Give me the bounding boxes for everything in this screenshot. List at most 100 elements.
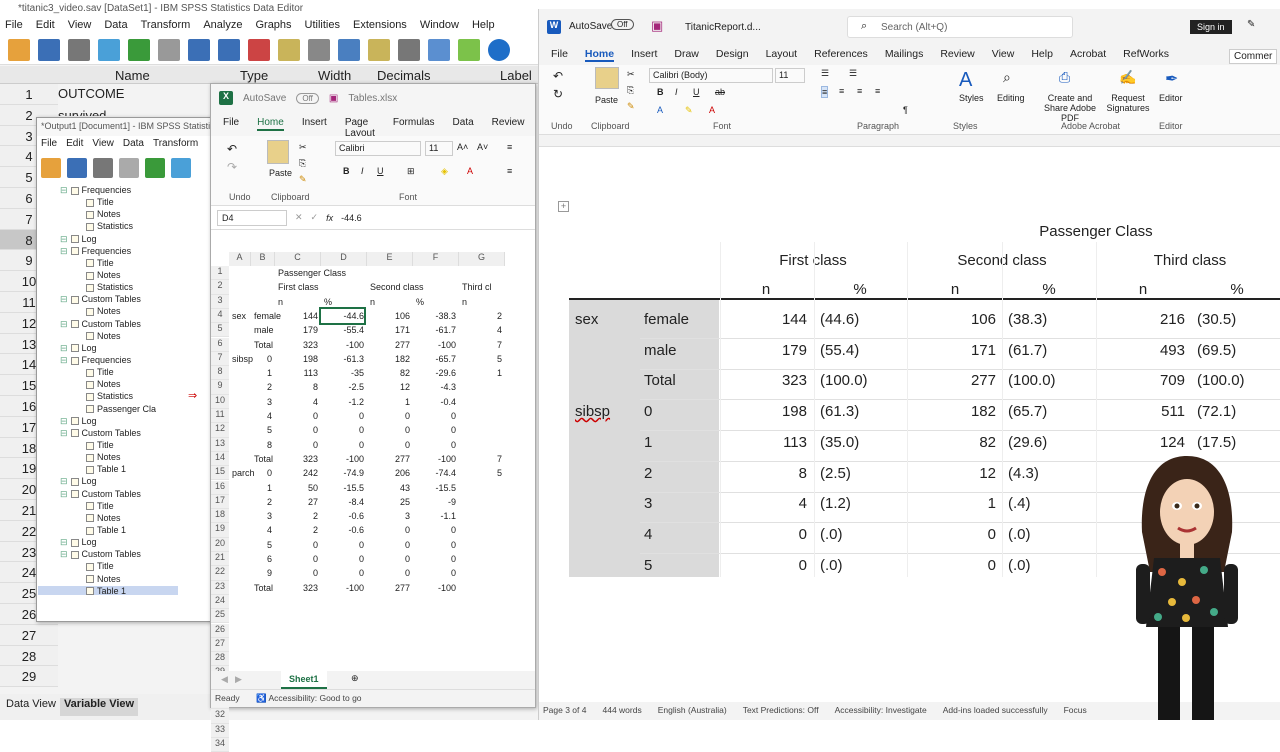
- tree-item[interactable]: Notes: [38, 452, 178, 464]
- tree-item[interactable]: Notes: [38, 379, 178, 391]
- insert-cases-icon[interactable]: [338, 39, 360, 61]
- excel-cell[interactable]: -61.3: [321, 352, 364, 366]
- find-icon[interactable]: ⌕: [1003, 69, 1011, 86]
- excel-cell[interactable]: Second class: [370, 280, 424, 294]
- excel-cell[interactable]: 0: [275, 438, 318, 452]
- tree-item[interactable]: Statistics: [38, 221, 178, 233]
- excel-cell[interactable]: 206: [367, 466, 410, 480]
- tree-item[interactable]: Table 1: [38, 525, 178, 537]
- tab-variable-view[interactable]: Variable View: [59, 698, 139, 716]
- excel-cell[interactable]: -2.5: [321, 380, 364, 394]
- excel-cell[interactable]: 0: [321, 423, 364, 437]
- column-header[interactable]: A: [229, 252, 251, 266]
- col-name[interactable]: Name: [115, 68, 150, 83]
- cut-icon[interactable]: ✂: [299, 142, 307, 153]
- excel-cell[interactable]: 113: [275, 366, 318, 380]
- align-left-icon[interactable]: ≡: [507, 166, 512, 176]
- excel-cell[interactable]: 7: [459, 338, 502, 352]
- open-icon[interactable]: [41, 158, 61, 178]
- tree-item[interactable]: ⊟ Frequencies: [38, 355, 178, 367]
- excel-tab[interactable]: Page Layout: [345, 117, 375, 139]
- excel-cell[interactable]: -0.6: [321, 509, 364, 523]
- excel-cell[interactable]: -29.6: [413, 366, 456, 380]
- excel-cell[interactable]: 0: [367, 409, 410, 423]
- copy-icon[interactable]: ⎘: [299, 158, 306, 169]
- excel-cell[interactable]: 5: [251, 538, 272, 552]
- justify-icon[interactable]: ≡: [875, 86, 880, 96]
- excel-cell[interactable]: 12: [367, 380, 410, 394]
- excel-cell[interactable]: -100: [413, 452, 456, 466]
- excel-cell[interactable]: -100: [413, 581, 456, 595]
- row-header[interactable]: 10: [211, 394, 229, 409]
- cut-icon[interactable]: ✂: [627, 69, 635, 80]
- dialog-recall-icon[interactable]: [98, 39, 120, 61]
- excel-cell[interactable]: n: [278, 295, 283, 309]
- excel-cell[interactable]: 0: [275, 423, 318, 437]
- text-effects-icon[interactable]: A: [657, 105, 663, 115]
- collapse-icon[interactable]: ⊟: [60, 355, 68, 365]
- run-descriptives-icon[interactable]: [278, 39, 300, 61]
- tree-item[interactable]: ⊟ Custom Tables: [38, 319, 178, 331]
- excel-cell[interactable]: 4: [275, 395, 318, 409]
- tree-item[interactable]: Notes: [38, 306, 178, 318]
- row-header[interactable]: 4: [211, 308, 229, 324]
- tree-item[interactable]: Table 1: [38, 464, 178, 476]
- col-width[interactable]: Width: [318, 68, 351, 83]
- viewer-menu-item[interactable]: File: [41, 138, 57, 152]
- styles-button[interactable]: Styles: [959, 93, 984, 103]
- excel-cell[interactable]: 198: [275, 352, 318, 366]
- spss-menu-item[interactable]: Extensions: [353, 19, 407, 33]
- excel-cell[interactable]: -0.4: [413, 395, 456, 409]
- excel-cell[interactable]: 0: [413, 438, 456, 452]
- redo-icon[interactable]: ↻: [553, 87, 563, 101]
- excel-cell[interactable]: Passenger Class: [278, 266, 346, 280]
- collapse-icon[interactable]: ⊟: [60, 476, 68, 486]
- tree-item[interactable]: ⊟ Custom Tables: [38, 549, 178, 561]
- excel-cell[interactable]: 0: [321, 409, 364, 423]
- comments-button[interactable]: Commer: [1229, 49, 1278, 64]
- word-tab[interactable]: Insert: [631, 48, 657, 62]
- redo-icon[interactable]: ↷: [227, 160, 237, 174]
- format-painter-icon[interactable]: ✎: [627, 101, 635, 112]
- paste-button[interactable]: Paste: [269, 168, 292, 178]
- align-right-icon[interactable]: ≡: [857, 86, 862, 96]
- excel-cell[interactable]: 0: [275, 552, 318, 566]
- tree-item[interactable]: ⊟ Frequencies: [38, 246, 178, 258]
- tree-item[interactable]: Title: [38, 367, 178, 379]
- excel-cell[interactable]: 144: [275, 309, 318, 323]
- excel-cell[interactable]: 3: [251, 395, 272, 409]
- row-header[interactable]: 14: [211, 451, 229, 467]
- excel-cell[interactable]: 9: [251, 566, 272, 580]
- excel-cell[interactable]: 323: [275, 452, 318, 466]
- excel-cell[interactable]: 2: [251, 495, 272, 509]
- collapse-icon[interactable]: ⊟: [60, 489, 68, 499]
- tree-item[interactable]: Notes: [38, 270, 178, 282]
- excel-cell[interactable]: 323: [275, 581, 318, 595]
- status-item[interactable]: English (Australia): [658, 705, 727, 717]
- variables-icon[interactable]: [248, 39, 270, 61]
- fill-color-icon[interactable]: ◈: [441, 166, 448, 177]
- tree-item[interactable]: Title: [38, 561, 178, 573]
- excel-cell[interactable]: 171: [367, 323, 410, 337]
- excel-cell[interactable]: 4: [251, 523, 272, 537]
- column-header[interactable]: E: [367, 252, 413, 266]
- tree-item[interactable]: Statistics: [38, 391, 178, 403]
- numbering-icon[interactable]: ☰: [849, 68, 857, 79]
- cell-outcome[interactable]: OUTCOME: [58, 86, 124, 101]
- excel-cell[interactable]: 0: [275, 538, 318, 552]
- excel-cell[interactable]: 0: [321, 538, 364, 552]
- excel-cell[interactable]: 6: [251, 552, 272, 566]
- row-header[interactable]: 15: [211, 466, 229, 481]
- word-autosave-toggle[interactable]: Off: [611, 19, 634, 30]
- excel-tab[interactable]: Data: [453, 117, 474, 131]
- bullets-icon[interactable]: ☰: [821, 68, 829, 79]
- excel-cell[interactable]: male: [254, 323, 274, 337]
- excel-cell[interactable]: 179: [275, 323, 318, 337]
- excel-cell[interactable]: n: [370, 295, 375, 309]
- excel-cell[interactable]: 0: [413, 423, 456, 437]
- excel-cell[interactable]: 106: [367, 309, 410, 323]
- row-header[interactable]: 6: [211, 337, 229, 352]
- tree-item[interactable]: Notes: [38, 513, 178, 525]
- excel-cell[interactable]: 8: [251, 438, 272, 452]
- column-header[interactable]: D: [321, 252, 367, 266]
